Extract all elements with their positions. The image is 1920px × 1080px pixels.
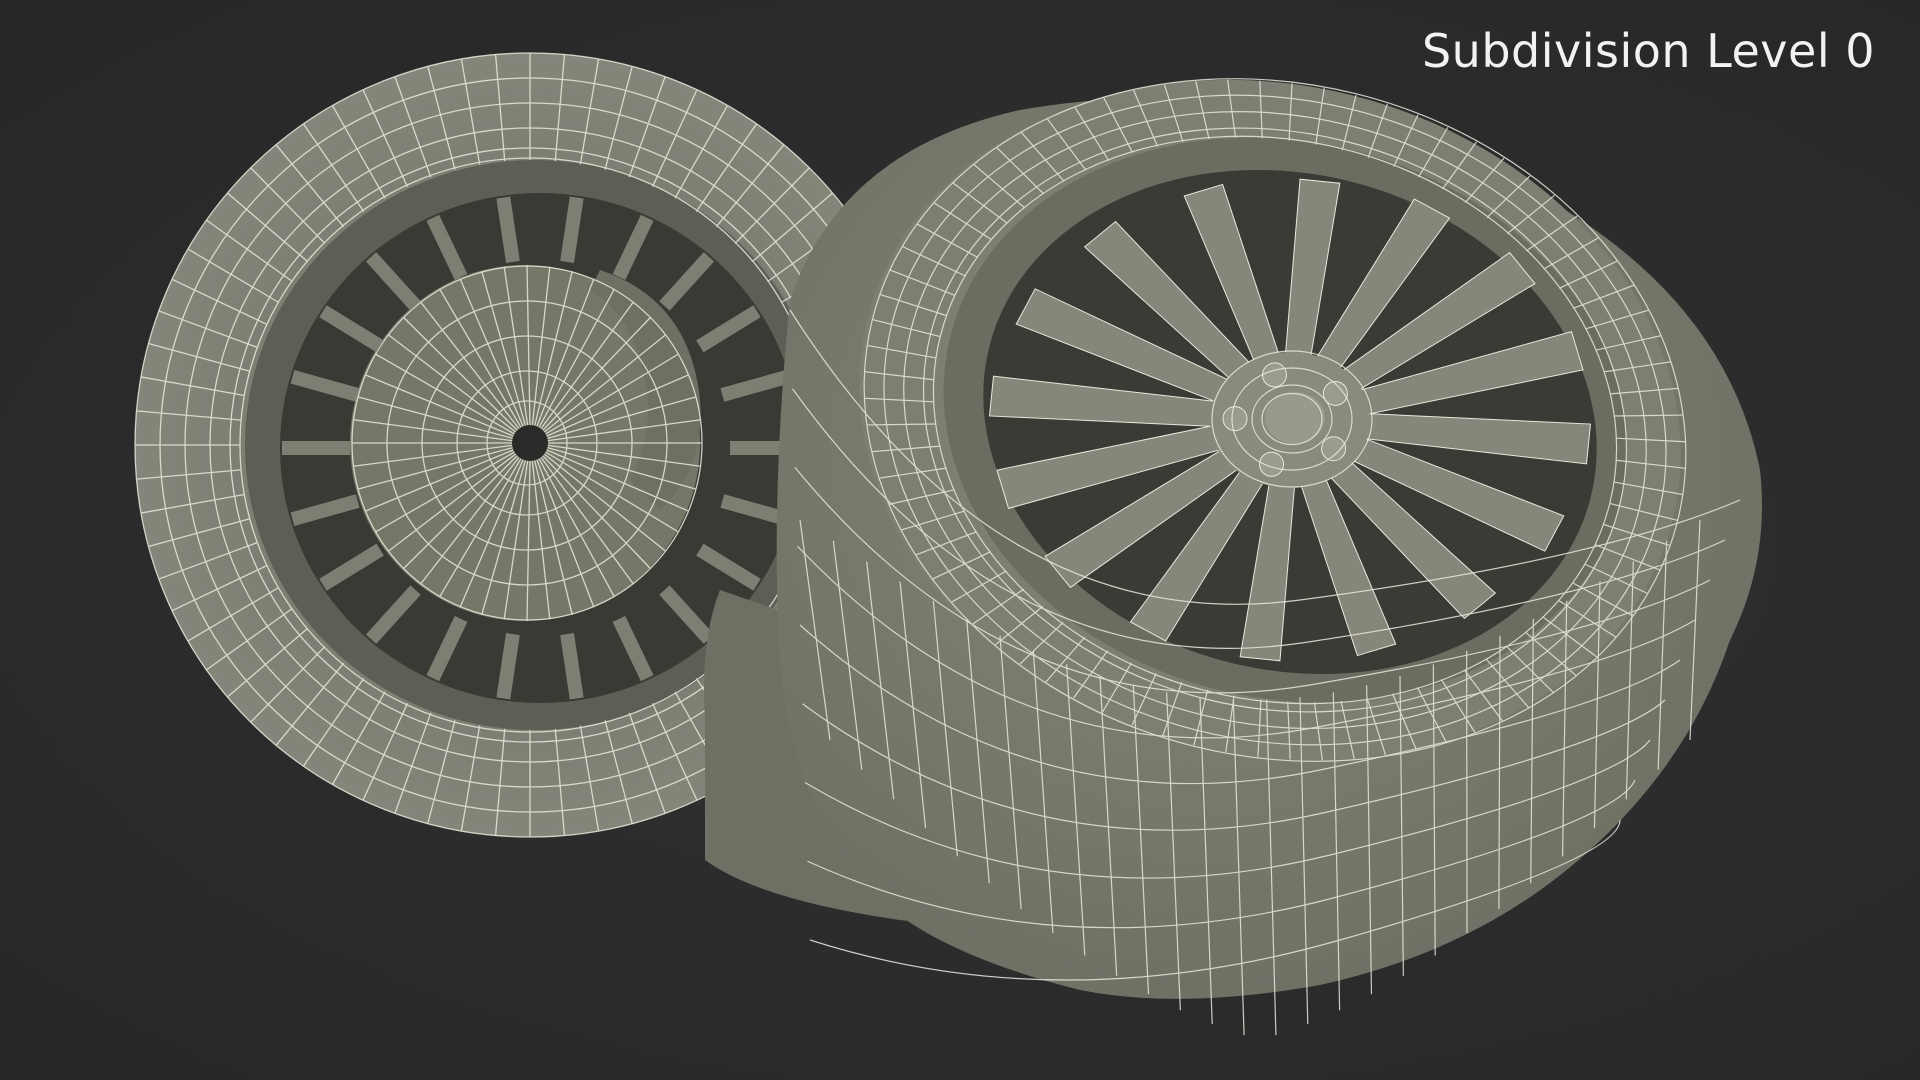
rim-slot-bar bbox=[496, 196, 520, 263]
rim-slot-bar bbox=[496, 633, 520, 700]
lug-nut bbox=[1222, 406, 1248, 432]
front-rim-center-cap bbox=[1265, 392, 1325, 444]
wireframe-render bbox=[134, 52, 1762, 1036]
lug-nut bbox=[1321, 436, 1347, 462]
subdivision-level-label: Subdivision Level 0 bbox=[1421, 24, 1875, 78]
rim-slot-bar bbox=[560, 196, 584, 263]
lug-nut bbox=[1261, 362, 1287, 388]
rim-slot-bar bbox=[560, 633, 584, 700]
viewport: Subdivision Level 0 bbox=[0, 0, 1920, 1080]
rear-hub bbox=[512, 425, 548, 461]
front-wheel bbox=[704, 78, 1762, 1036]
